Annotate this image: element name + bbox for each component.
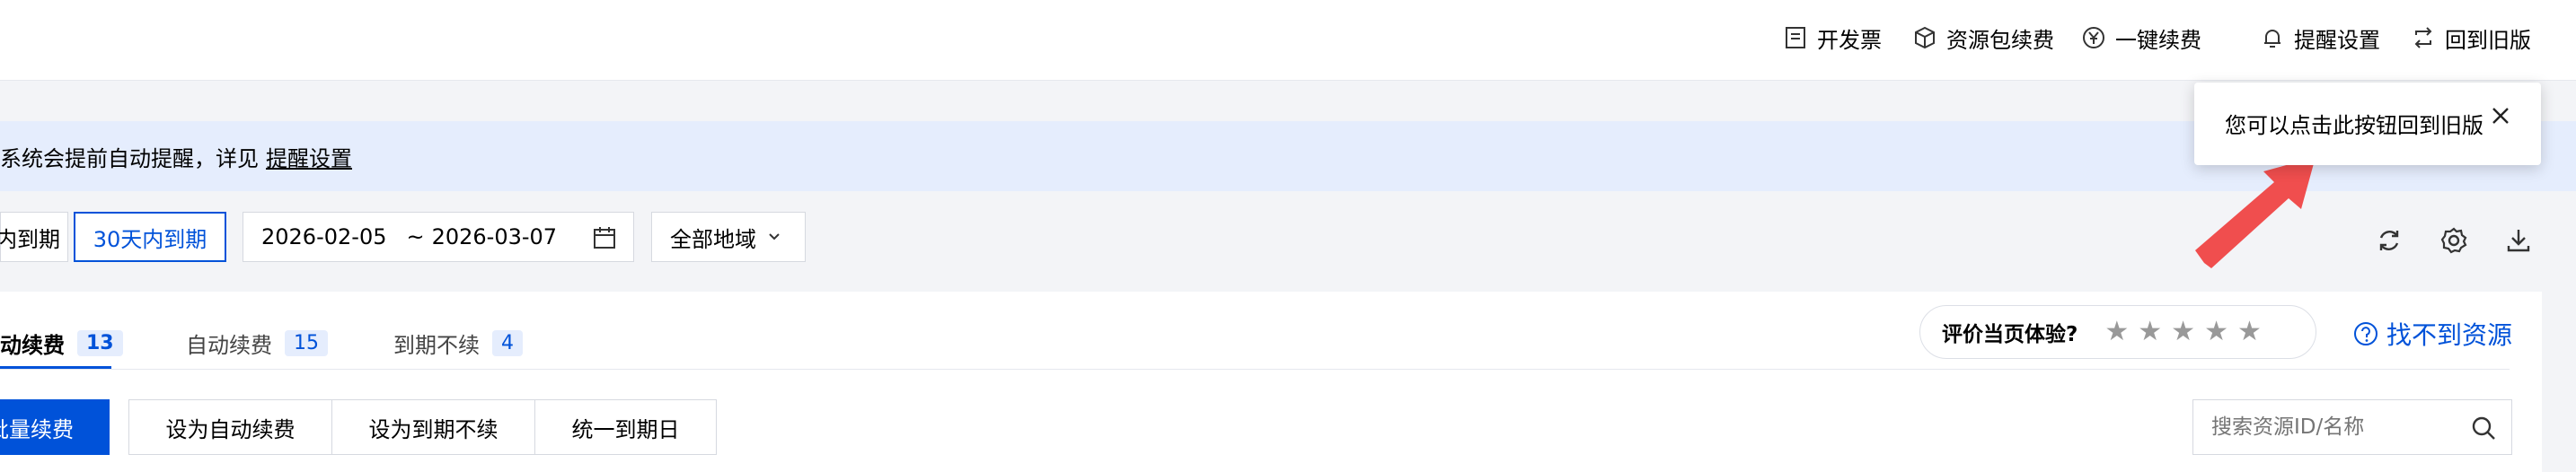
set-no-renew-label: 设为到期不续 (368, 416, 498, 442)
switch-icon (2414, 27, 2432, 48)
close-icon (2492, 108, 2509, 124)
date-end: 2026-03-07 (431, 224, 558, 249)
date-range-picker[interactable]: 2026-02-05 ~ 2026-03-07 (243, 212, 634, 262)
batch-renew-button[interactable]: 批量续费 (0, 399, 110, 455)
cannot-find-resource-label: 找不到资源 (2386, 320, 2513, 350)
refresh-button[interactable] (2371, 223, 2407, 258)
package-renew-link[interactable]: 资源包续费 (1912, 20, 2054, 56)
notice-text: 系统会提前自动提醒，详见 提醒设置 (0, 141, 352, 172)
reminder-settings-inline-link[interactable]: 提醒设置 (266, 146, 352, 171)
unify-expiry-date-button[interactable]: 统一到期日 (534, 399, 717, 455)
reminder-settings-link[interactable]: 提醒设置 (2260, 20, 2380, 56)
chevron-down-icon (769, 233, 780, 240)
rating-stars: ★ ★ ★ ★ ★ (2104, 319, 2271, 345)
set-no-renew-button[interactable]: 设为到期不续 (331, 399, 535, 455)
filter-chip-label: 30天内到期 (93, 226, 207, 252)
issue-invoice-link[interactable]: 开发票 (1783, 20, 1882, 56)
notice-message: 系统会提前自动提醒，详见 (0, 146, 259, 171)
one-click-renew-label: 一键续费 (2115, 27, 2201, 53)
refresh-icon (2379, 231, 2399, 250)
back-to-old-version-link[interactable]: 回到旧版 (2411, 20, 2531, 56)
search-icon[interactable] (2470, 415, 2497, 441)
search-box (2192, 399, 2512, 455)
top-header: 开发票 资源包续费 一键续费 提醒设置 回到旧版 (0, 0, 2576, 81)
rating-label: 评价当页体验? (1942, 323, 2078, 346)
tab-count: 4 (492, 330, 523, 356)
tab-auto-renew[interactable]: 自动续费 15 (186, 328, 328, 359)
rating-star-icon[interactable]: ★ (2204, 319, 2228, 345)
notice-banner: 系统会提前自动提醒，详见 提醒设置 (0, 121, 2576, 191)
help-circle-icon (2354, 322, 2378, 345)
invoice-icon (1786, 27, 1805, 48)
reminder-settings-label: 提醒设置 (2294, 27, 2380, 53)
popover-close-button[interactable] (2487, 102, 2514, 129)
date-start: 2026-02-05 (261, 224, 387, 249)
download-icon (2507, 230, 2530, 252)
unify-expiry-date-label: 统一到期日 (571, 416, 680, 442)
back-to-old-version-label: 回到旧版 (2445, 27, 2531, 53)
tab-label: 动续费 (0, 333, 65, 358)
bell-icon (2264, 30, 2280, 48)
content-panel: 动续费 13 自动续费 15 到期不续 4 评价当页体验? ★ ★ ★ ★ ★ 找不到资… (0, 292, 2542, 472)
region-select-value: 全部地域 (670, 226, 756, 252)
tab-count: 13 (77, 330, 123, 356)
tab-label: 到期不续 (393, 333, 480, 358)
tab-divider (0, 369, 2510, 370)
rating-star-icon[interactable]: ★ (2138, 319, 2162, 345)
tab-count: 15 (285, 330, 328, 356)
package-icon (1915, 26, 1935, 49)
batch-renew-label: 批量续费 (0, 416, 74, 442)
old-version-popover: 您可以点击此按钮回到旧版 (2194, 83, 2541, 165)
filter-chip-30-days[interactable]: 30天内到期 (74, 212, 226, 262)
tab-label: 自动续费 (186, 333, 272, 358)
cannot-find-resource-link[interactable]: 找不到资源 (2352, 316, 2512, 352)
set-auto-renew-label: 设为自动续费 (165, 416, 296, 442)
rating-star-icon[interactable]: ★ (2104, 319, 2129, 345)
set-auto-renew-button[interactable]: 设为自动续费 (128, 399, 332, 455)
package-renew-label: 资源包续费 (1946, 27, 2054, 53)
rating-star-icon[interactable]: ★ (2237, 319, 2262, 345)
one-click-renew-link[interactable]: 一键续费 (2081, 20, 2201, 56)
settings-button[interactable] (2436, 223, 2472, 258)
rating-box: 评价当页体验? ★ ★ ★ ★ ★ (1919, 305, 2316, 359)
popover-message: 您可以点击此按钮回到旧版 (2225, 113, 2483, 138)
filter-chip-expiring[interactable]: 内到期 (0, 212, 68, 262)
rating-star-icon[interactable]: ★ (2171, 319, 2195, 345)
issue-invoice-label: 开发票 (1817, 27, 1882, 53)
filter-chip-label: 内到期 (0, 226, 60, 252)
search-input[interactable] (2193, 400, 2463, 454)
region-select[interactable]: 全部地域 (651, 212, 806, 262)
date-separator: ~ (406, 224, 425, 249)
tab-manual-renew[interactable]: 动续费 13 (0, 328, 123, 359)
download-button[interactable] (2501, 223, 2536, 258)
tab-no-renew[interactable]: 到期不续 4 (393, 328, 523, 359)
calendar-icon (594, 227, 615, 249)
yen-icon (2083, 27, 2104, 48)
gear-icon (2440, 227, 2467, 254)
